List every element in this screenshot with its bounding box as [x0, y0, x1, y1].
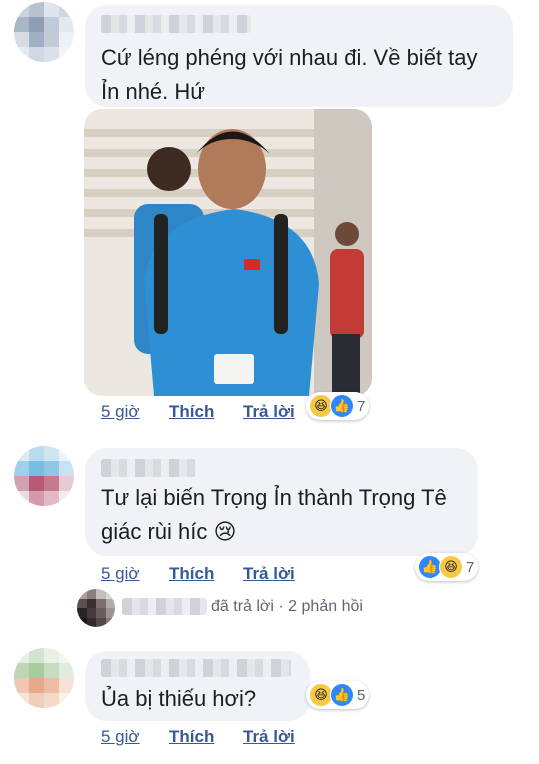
comment-bubble: Tư lại biến Trọng Ỉn thành Trọng Tê giác…	[85, 448, 478, 556]
reply-author-name[interactable]	[122, 598, 207, 615]
comment-actions: 5 giờ Thích Trả lời	[0, 402, 539, 424]
comment-bubble: Ủa bị thiếu hơi?	[85, 651, 310, 721]
avatar[interactable]	[14, 2, 74, 62]
like-icon: 👍	[330, 394, 354, 418]
reply-link[interactable]: Trả lời	[243, 564, 295, 584]
timestamp-link[interactable]: 5 giờ	[101, 727, 140, 747]
replies-summary[interactable]: đã trả lời · 2 phản hồi	[211, 598, 363, 616]
commenter-name[interactable]	[101, 15, 251, 33]
timestamp-link[interactable]: 5 giờ	[101, 564, 140, 584]
comment-actions: 5 giờ Thích Trả lời	[0, 727, 539, 749]
avatar[interactable]	[14, 446, 74, 506]
reaction-count: 5	[357, 686, 366, 704]
like-link[interactable]: Thích	[169, 402, 214, 422]
reaction-count: 7	[357, 397, 366, 415]
comment-text: Ủa bị thiếu hơi?	[101, 686, 257, 711]
comment-text: Tư lại biến Trọng Ỉn thành Trọng Tê giác…	[101, 485, 447, 544]
reply-link[interactable]: Trả lời	[243, 402, 295, 422]
reply-link[interactable]: Trả lời	[243, 727, 295, 747]
reply-avatar[interactable]	[77, 589, 115, 627]
comment-text: Cứ léng phéng với nhau đi. Về biết tay Ỉ…	[101, 45, 478, 104]
reactions-badge[interactable]: 😆 👍 7	[306, 392, 370, 420]
reactions-badge[interactable]: 😆 👍 5	[306, 681, 370, 709]
photo-image	[84, 109, 372, 396]
like-link[interactable]: Thích	[169, 727, 214, 747]
comment-bubble: Cứ léng phéng với nhau đi. Về biết tay Ỉ…	[85, 5, 513, 107]
like-icon: 👍	[330, 683, 354, 707]
commenter-name[interactable]	[101, 659, 291, 677]
comment-photo[interactable]	[84, 109, 372, 396]
like-link[interactable]: Thích	[169, 564, 214, 584]
commenter-name[interactable]	[101, 459, 196, 477]
timestamp-link[interactable]: 5 giờ	[101, 402, 140, 422]
comment-actions: 5 giờ Thích Trả lời	[0, 564, 539, 586]
avatar[interactable]	[14, 648, 74, 708]
